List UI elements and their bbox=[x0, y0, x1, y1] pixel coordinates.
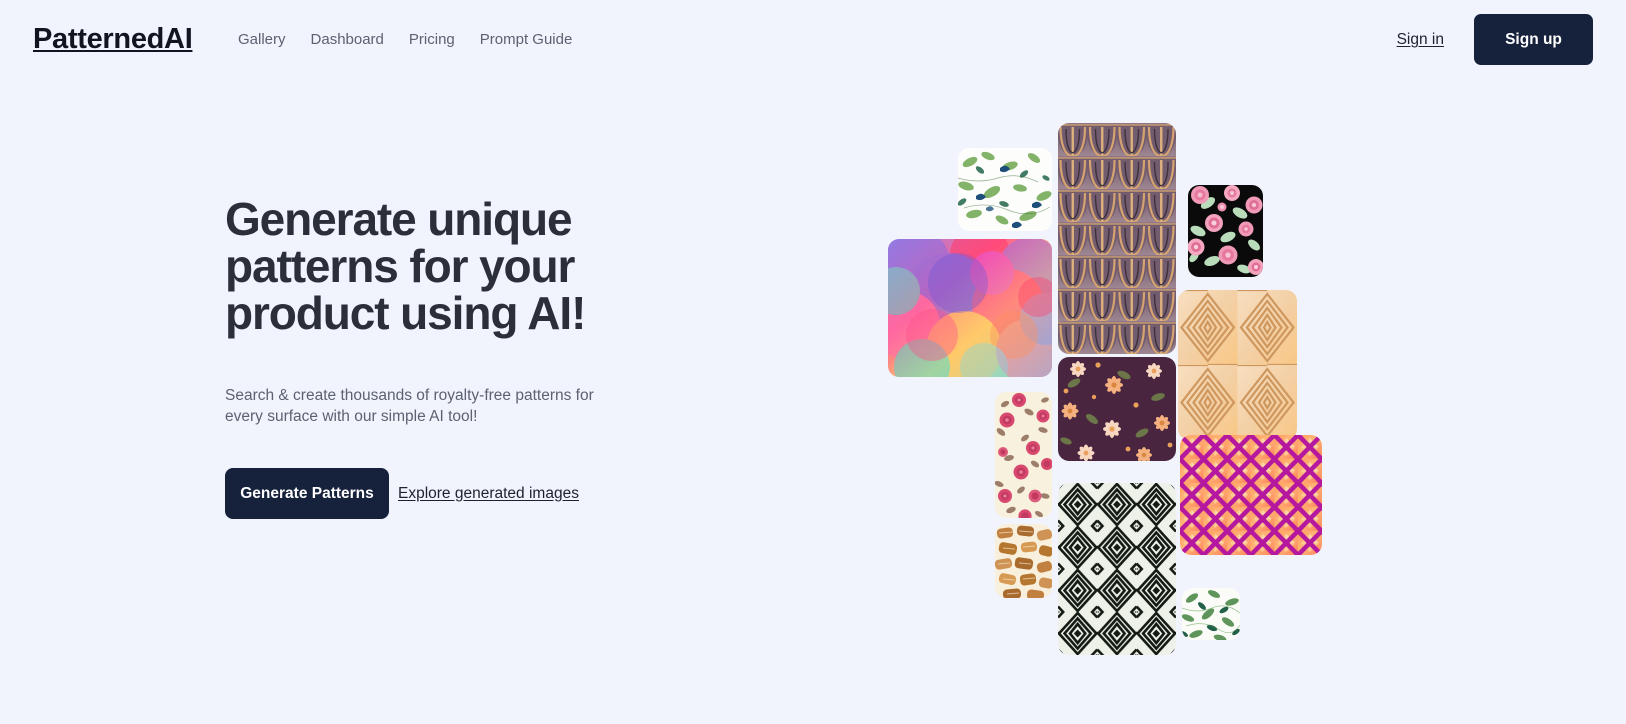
pattern-tile-watercolor-leaves-blue[interactable] bbox=[958, 148, 1052, 231]
pattern-tile-black-white-diamonds[interactable] bbox=[1058, 483, 1176, 655]
hero-section: Generate unique patterns for your produc… bbox=[225, 196, 655, 519]
pattern-tile-pink-roses-black[interactable] bbox=[1188, 185, 1263, 277]
sign-up-button[interactable]: Sign up bbox=[1474, 14, 1593, 65]
sign-in-link[interactable]: Sign in bbox=[1397, 30, 1444, 49]
brand-logo[interactable]: PatternedAI bbox=[33, 22, 193, 56]
magenta-lattice-swatch bbox=[1180, 435, 1322, 555]
geo-tan-swatch bbox=[1178, 290, 1297, 440]
pattern-tile-art-deco-fans[interactable] bbox=[1058, 123, 1176, 354]
leaves-blue-swatch bbox=[958, 148, 1052, 231]
pattern-tile-green-leaf-small[interactable] bbox=[1182, 588, 1240, 640]
nav-item-dashboard[interactable]: Dashboard bbox=[311, 30, 384, 49]
roses-cream-swatch bbox=[995, 392, 1052, 518]
explore-generated-images-link[interactable]: Explore generated images bbox=[398, 485, 579, 503]
nav-item-pricing[interactable]: Pricing bbox=[409, 30, 455, 49]
pattern-tile-geometric-tan-diamonds[interactable] bbox=[1178, 290, 1297, 440]
hero-cta-group: Generate Patterns Explore generated imag… bbox=[225, 468, 655, 519]
pattern-tile-roses-cream[interactable] bbox=[995, 392, 1052, 518]
pattern-tile-magenta-lattice[interactable] bbox=[1180, 435, 1322, 555]
pattern-tile-dark-floral[interactable] bbox=[1058, 357, 1176, 461]
site-header: PatternedAI Gallery Dashboard Pricing Pr… bbox=[0, 0, 1626, 80]
nav-item-gallery[interactable]: Gallery bbox=[238, 30, 286, 49]
bread-rolls-swatch bbox=[995, 524, 1052, 598]
art-deco-swatch bbox=[1058, 123, 1176, 354]
nav-item-prompt-guide[interactable]: Prompt Guide bbox=[480, 30, 573, 49]
abstract-gradient-swatch bbox=[888, 239, 1052, 377]
hero-subtitle: Search & create thousands of royalty-fre… bbox=[225, 387, 594, 425]
pattern-collage bbox=[880, 100, 1350, 680]
dark-floral-swatch bbox=[1058, 357, 1176, 461]
header-actions: Sign in Sign up bbox=[1397, 14, 1593, 65]
roses-black-swatch bbox=[1188, 185, 1263, 277]
hero-title: Generate unique patterns for your produc… bbox=[225, 193, 586, 339]
bw-diamond-swatch bbox=[1058, 483, 1176, 655]
pattern-tile-abstract-gradient-circles[interactable] bbox=[888, 239, 1052, 377]
green-leaf-small-swatch bbox=[1182, 588, 1240, 640]
main-nav: Gallery Dashboard Pricing Prompt Guide bbox=[238, 30, 572, 49]
generate-patterns-button[interactable]: Generate Patterns bbox=[225, 468, 389, 519]
pattern-tile-bread-rolls[interactable] bbox=[995, 524, 1052, 598]
